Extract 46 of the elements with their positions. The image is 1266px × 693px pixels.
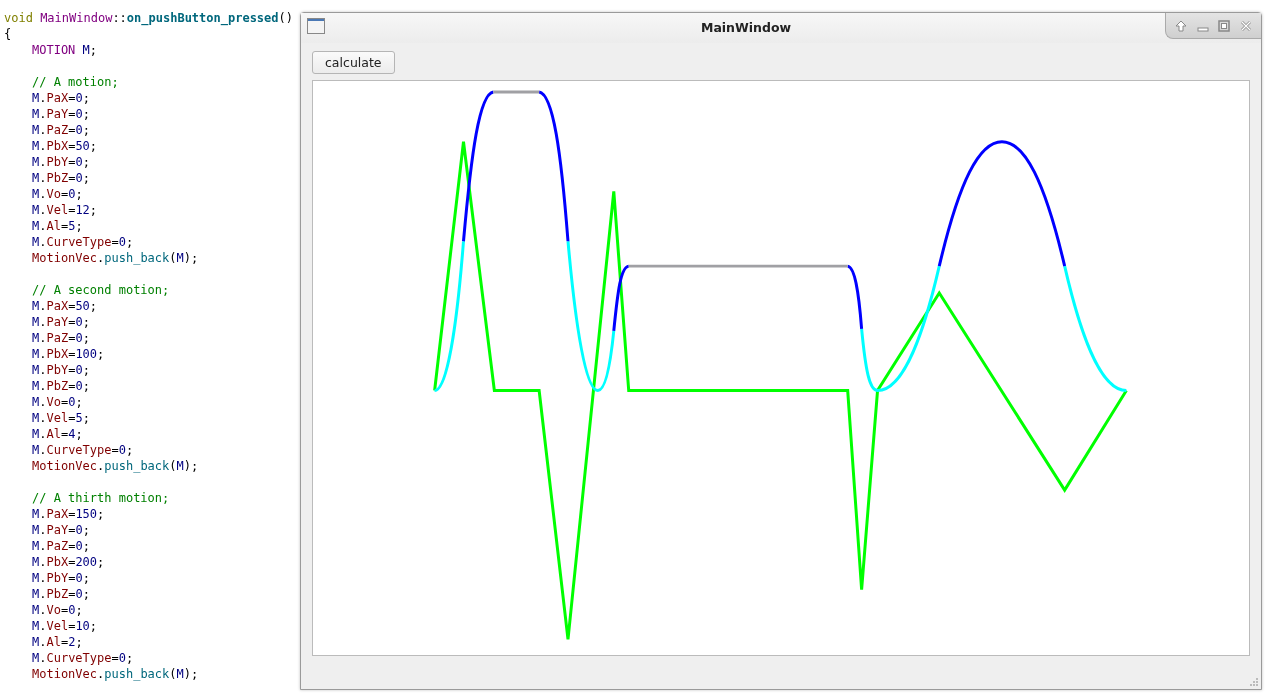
- code-line: M.Vel=5;: [31, 410, 90, 426]
- code-line: M.PaY=0;: [31, 522, 90, 538]
- maximize-icon[interactable]: [1217, 18, 1232, 33]
- code-line: M.PaX=150;: [31, 506, 105, 522]
- code-line: M.Vo=0;: [31, 602, 83, 618]
- code-line: M.PbX=100;: [31, 346, 105, 362]
- up-arrow-icon[interactable]: [1173, 18, 1188, 33]
- code-line: M.PbZ=0;: [31, 378, 90, 394]
- code-line: M.PaY=0;: [31, 106, 90, 122]
- code-line: M.PaX=50;: [31, 298, 98, 314]
- code-line: M.PaZ=0;: [31, 538, 90, 554]
- code-line: M.Vo=0;: [31, 394, 83, 410]
- code-line: M.Vo=0;: [31, 186, 83, 202]
- code-line: M.PbY=0;: [31, 362, 90, 378]
- code-line: M.PbZ=0;: [31, 586, 90, 602]
- code-line: {: [3, 26, 12, 42]
- code-line: M.PaX=0;: [31, 90, 90, 106]
- code-line: M.PaZ=0;: [31, 122, 90, 138]
- code-line: // A second motion;: [31, 282, 170, 298]
- code-line: MotionVec.push_back(M);: [31, 458, 199, 474]
- code-line: M.PbX=200;: [31, 554, 105, 570]
- close-icon[interactable]: [1239, 18, 1254, 33]
- code-line: M.Al=4;: [31, 426, 83, 442]
- code-line: void MainWindow::on_pushButton_pressed(): [3, 10, 293, 26]
- code-line: M.PaY=0;: [31, 314, 90, 330]
- window-icon[interactable]: [307, 18, 325, 34]
- code-line: M.PbY=0;: [31, 570, 90, 586]
- code-line: M.CurveType=0;: [31, 234, 134, 250]
- code-line: M.PbZ=0;: [31, 170, 90, 186]
- code-line: MOTION M;: [31, 42, 98, 58]
- code-line: M.Vel=10;: [31, 618, 98, 634]
- code-line: M.CurveType=0;: [31, 650, 134, 666]
- code-line: // A thirth motion;: [31, 490, 170, 506]
- code-line: M.PbX=50;: [31, 138, 98, 154]
- calculate-button[interactable]: calculate: [312, 50, 395, 74]
- code-line: M.Al=2;: [31, 634, 83, 650]
- code-line: M.PbY=0;: [31, 154, 90, 170]
- code-line: M.Al=5;: [31, 218, 83, 234]
- code-line: M.PaZ=0;: [31, 330, 90, 346]
- code-line: M.Vel=12;: [31, 202, 98, 218]
- code-line: M.CurveType=0;: [31, 442, 134, 458]
- window-title: MainWindow: [699, 20, 793, 36]
- resize-grip-icon[interactable]: [1249, 677, 1259, 687]
- code-line: MotionVec.push_back(M);: [31, 666, 199, 682]
- code-line: // A motion;: [31, 74, 119, 90]
- code-line: MotionVec.push_back(M);: [31, 250, 199, 266]
